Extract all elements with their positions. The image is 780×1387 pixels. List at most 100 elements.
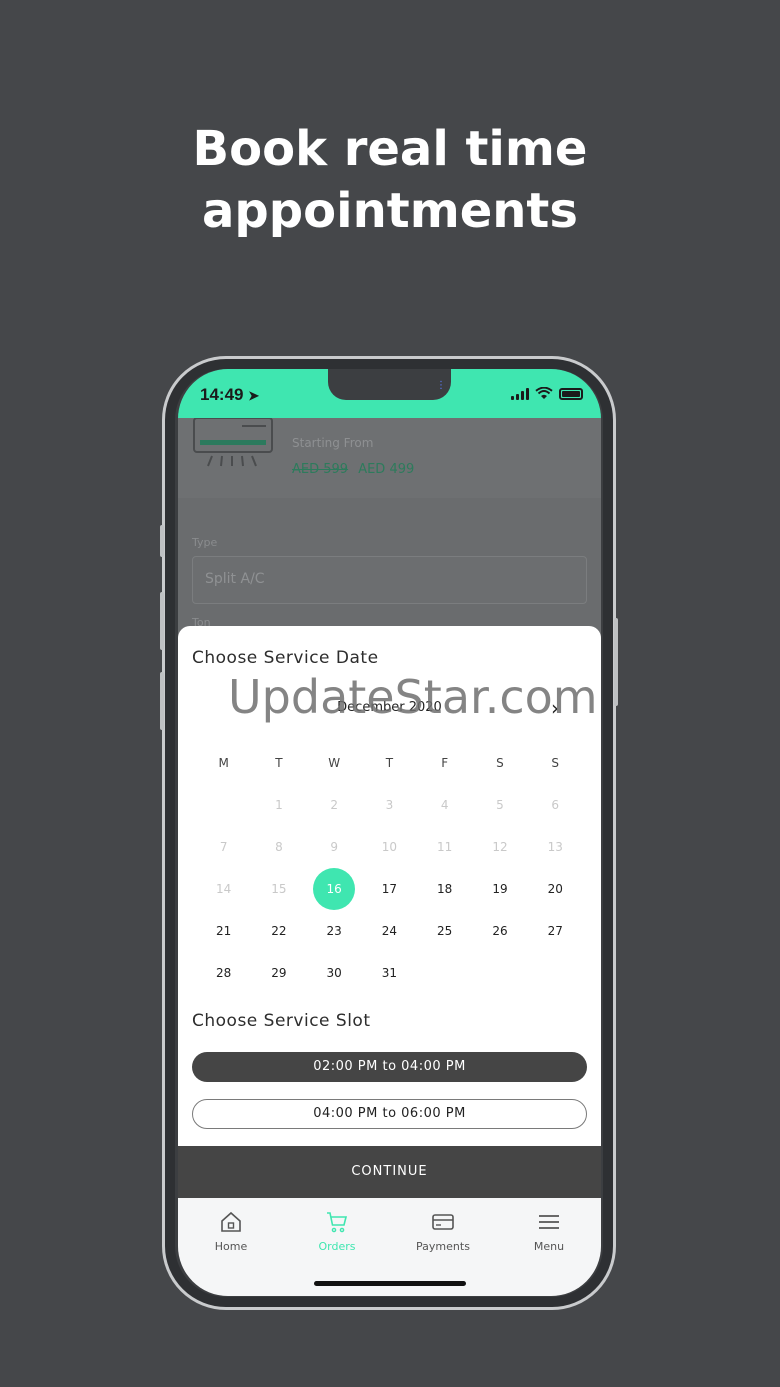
background-content: Starting From AED 599 AED 499 Type Split… [178, 418, 601, 629]
headline: Book real time appointments [0, 118, 780, 242]
calendar-week-row: 21 22 23 24 25 26 27 [196, 910, 583, 952]
starting-from-label: Starting From [292, 436, 374, 450]
calendar-day-label: 20 [547, 882, 563, 896]
calendar-day-disabled: 8 [251, 826, 306, 868]
calendar-week-row: 1 2 3 4 5 6 [196, 784, 583, 826]
calendar-day-label: 6 [551, 798, 560, 812]
calendar-day-selected[interactable]: 16 [307, 868, 362, 910]
mute-switch [160, 525, 164, 557]
power-button [614, 618, 618, 706]
calendar-day-label: 27 [547, 924, 563, 938]
notch [328, 369, 451, 400]
calendar-week-row: 28 29 30 31 [196, 952, 583, 994]
calendar-week-row: 7 8 9 10 11 12 13 [196, 826, 583, 868]
calendar-day-label: 3 [385, 798, 394, 812]
old-price: AED 599 [292, 462, 349, 477]
calendar-day-label: 25 [437, 924, 453, 938]
type-select[interactable]: Split A/C [192, 556, 587, 604]
calendar-day[interactable]: 22 [251, 910, 306, 952]
calendar-day[interactable]: 31 [362, 952, 417, 994]
calendar-day-label: 24 [381, 924, 398, 938]
calendar-day[interactable]: 20 [528, 868, 583, 910]
calendar-day-label: 9 [330, 840, 338, 854]
weekday-header: MTWTFSS [196, 742, 583, 784]
calendar-day-label: 2 [330, 798, 338, 812]
calendar-day[interactable]: 19 [472, 868, 527, 910]
calendar-grid: MTWTFSS 1 2 3 4 5 6 7 8 9 10 11 12 13 14 15 16 17 18 19 20 2… [196, 742, 583, 994]
calendar-day-label: 1 [275, 798, 283, 812]
calendar-day-label: 5 [496, 798, 504, 812]
headline-line-1: Book real time [192, 121, 588, 177]
calendar-empty-cell [472, 952, 527, 994]
calendar-day-disabled: 15 [251, 868, 306, 910]
tab-menu[interactable]: Menu [496, 1210, 601, 1253]
calendar-day[interactable]: 18 [417, 868, 472, 910]
month-label: December 2020 [337, 700, 442, 715]
calendar-day[interactable]: 21 [196, 910, 251, 952]
tab-payments-label: Payments [416, 1240, 470, 1253]
calendar-day-label: 14 [215, 882, 232, 896]
weekday-label: T [385, 756, 394, 770]
slot-button-2[interactable]: 04:00 PM to 06:00 PM [192, 1099, 587, 1129]
weekday-label: S [496, 756, 504, 770]
tab-payments[interactable]: Payments [390, 1210, 496, 1253]
calendar-day-label: 30 [326, 966, 342, 980]
calendar-day[interactable]: 23 [307, 910, 362, 952]
calendar-day-disabled: 2 [307, 784, 362, 826]
new-price: AED 499 [358, 462, 415, 477]
calendar-day-disabled: 9 [307, 826, 362, 868]
volume-up-button [160, 592, 164, 650]
card-icon [432, 1214, 454, 1230]
choose-slot-title: Choose Service Slot [192, 1011, 371, 1031]
month-header: December 2020 › [178, 696, 601, 720]
calendar-day-label: 16 [313, 868, 356, 910]
calendar-day[interactable]: 26 [472, 910, 527, 952]
service-date-sheet: Choose Service Date December 2020 › Upda… [178, 626, 601, 1146]
calendar-day-label: 15 [271, 882, 287, 896]
calendar-empty-cell [417, 952, 472, 994]
calendar-day-disabled: 11 [417, 826, 472, 868]
tab-orders-label: Orders [318, 1240, 356, 1253]
calendar-day[interactable]: 17 [362, 868, 417, 910]
calendar-day-label: 18 [437, 882, 453, 896]
slot-button-1[interactable]: 02:00 PM to 04:00 PM [192, 1052, 587, 1082]
continue-button[interactable]: CONTINUE [178, 1146, 601, 1198]
calendar-day-label: 11 [437, 840, 453, 854]
calendar-day-label: 10 [381, 840, 398, 854]
calendar-day-label: 4 [440, 798, 449, 812]
tab-orders[interactable]: Orders [284, 1210, 390, 1253]
calendar-day[interactable]: 27 [528, 910, 583, 952]
calendar-empty-cell [196, 784, 251, 826]
battery-icon [559, 388, 583, 400]
calendar-day-label: 8 [275, 840, 283, 854]
calendar-day[interactable]: 24 [362, 910, 417, 952]
calendar-day-disabled: 10 [362, 826, 417, 868]
calendar-day[interactable]: 25 [417, 910, 472, 952]
cellular-signal-icon [511, 388, 529, 400]
price-line: AED 599 AED 499 [292, 462, 414, 477]
calendar-day-disabled: 12 [472, 826, 527, 868]
weekday-label: T [275, 756, 283, 770]
calendar-day-label: 21 [215, 924, 232, 938]
tab-home[interactable]: Home [178, 1210, 284, 1253]
service-card: Starting From AED 599 AED 499 [178, 418, 601, 498]
chevron-right-icon[interactable]: › [551, 696, 559, 720]
choose-date-title: Choose Service Date [192, 648, 379, 668]
calendar-day[interactable]: 30 [307, 952, 362, 994]
phone-screen: 14:49 ➤ ⋮ Starting From AED 599 AED 499 … [178, 369, 601, 1296]
weekday-label: M [218, 756, 229, 770]
home-indicator [314, 1281, 466, 1286]
calendar-week-row: 14 15 16 17 18 19 20 [196, 868, 583, 910]
headline-line-2: appointments [202, 183, 578, 239]
menu-icon [539, 1215, 559, 1229]
calendar-day[interactable]: 29 [251, 952, 306, 994]
calendar-day-label: 12 [492, 840, 508, 854]
calendar-day-label: 23 [326, 924, 342, 938]
calendar-day-label: 29 [271, 966, 287, 980]
calendar-day[interactable]: 28 [196, 952, 251, 994]
tab-home-label: Home [214, 1240, 248, 1253]
calendar-day-label: 13 [547, 840, 563, 854]
calendar-day-label: 26 [492, 924, 508, 938]
weekday-label: F [441, 756, 449, 770]
calendar-day-label: 28 [215, 966, 232, 980]
